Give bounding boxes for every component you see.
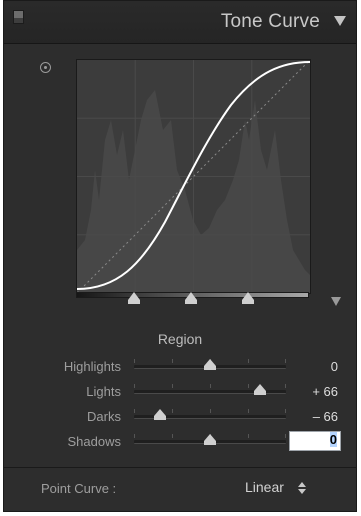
divider [4,467,356,468]
point-curve-select[interactable]: Linear [245,479,284,495]
tick [248,359,249,363]
darks-slider-thumb[interactable] [153,409,166,420]
tone-curve-panel: Tone Curve Region Highlights 0 Lights + … [3,0,357,512]
darks-value[interactable]: – 66 [288,409,338,424]
tick [134,359,135,363]
collapse-triangle-icon[interactable] [334,16,346,26]
split-handle-lights-highlights[interactable] [242,292,254,304]
lights-value[interactable]: + 66 [288,384,338,399]
tick [134,409,135,413]
point-curve-label: Point Curve : [41,481,117,496]
tick [285,359,286,363]
slider-label: Shadows [67,434,121,449]
tone-curve-graph[interactable] [76,59,311,294]
tick [285,434,286,438]
updown-arrows-icon[interactable] [298,482,306,494]
tick [134,434,135,438]
slider-row-shadows: Shadows 0 [4,431,356,453]
tick [172,359,173,363]
tick [172,409,173,413]
panel-title[interactable]: Tone Curve [221,11,320,33]
shadows-value-selection[interactable]: 0 [329,432,337,447]
slider-label: Highlights [63,359,121,374]
shadows-value-input[interactable]: 0 [289,431,341,451]
target-adjustment-icon[interactable] [40,62,51,73]
curve-svg [77,60,310,293]
tick [248,384,249,388]
lights-slider-thumb[interactable] [254,384,267,395]
slider-row-darks: Darks – 66 [4,406,356,428]
darks-slider-track[interactable] [134,409,286,420]
panel-switch-icon[interactable] [13,10,24,24]
shadows-slider-thumb[interactable] [204,434,216,445]
tick [285,384,286,388]
region-title: Region [157,331,203,347]
highlights-slider-track[interactable] [134,359,286,370]
slider-row-lights: Lights + 66 [4,381,356,403]
highlights-slider-thumb[interactable] [204,359,216,370]
slider-label: Lights [86,384,121,399]
tick [210,409,211,413]
split-handle-darks-lights[interactable] [185,292,197,304]
shadows-slider-track[interactable] [134,434,286,445]
split-handle-shadows-darks[interactable] [128,292,140,304]
highlights-value[interactable]: 0 [288,359,338,374]
curve-menu-icon[interactable] [331,297,341,306]
slider-label: Darks [87,409,121,424]
tick [248,434,249,438]
tick [172,434,173,438]
tick [210,384,211,388]
lights-slider-track[interactable] [134,384,286,395]
tick [285,409,286,413]
tick [248,409,249,413]
tick [172,384,173,388]
tick [134,384,135,388]
panel-header[interactable]: Tone Curve [4,1,356,44]
slider-row-highlights: Highlights 0 [4,356,356,378]
